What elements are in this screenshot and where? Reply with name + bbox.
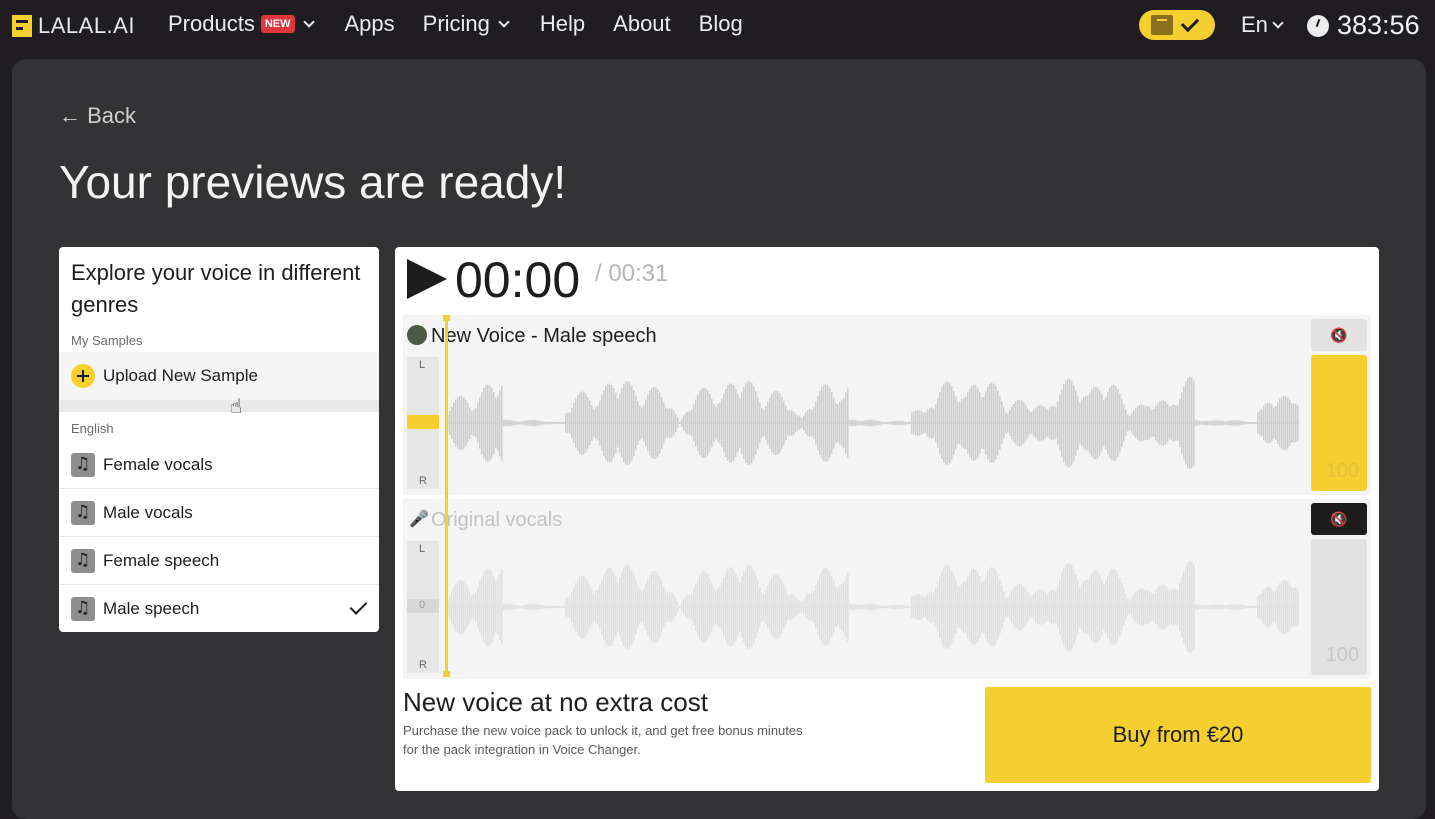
preview-player: 00:00 / 00:31 New Voice - Male speech L …: [395, 247, 1379, 791]
balance-left-label: L: [419, 543, 426, 555]
waveform[interactable]: [447, 371, 1299, 475]
music-note-icon: [71, 597, 95, 621]
track-original-vocals: 🎤 Original vocals L 0 R 🔇 100: [403, 499, 1371, 679]
genre-label: Male vocals: [103, 502, 193, 522]
nav-apps[interactable]: Apps: [345, 11, 395, 37]
volume-value: 100: [1325, 644, 1359, 666]
genre-item-male-speech[interactable]: Male speech: [59, 585, 379, 632]
timer-value: 383:56: [1337, 10, 1420, 40]
music-note-icon: [71, 500, 95, 525]
check-icon: [1180, 13, 1200, 33]
voice-avatar-icon: [407, 325, 427, 345]
balance-left-label: L: [419, 359, 426, 371]
balance-handle[interactable]: [407, 415, 439, 429]
chevron-down-icon: [302, 16, 315, 28]
track-new-voice: New Voice - Male speech L R 🔇 100: [403, 315, 1371, 495]
volume-slider[interactable]: 100: [1311, 539, 1367, 675]
balance-slider[interactable]: L R: [407, 357, 439, 489]
mute-button[interactable]: 🔇: [1311, 319, 1367, 351]
nav-products[interactable]: Products NEW: [168, 11, 317, 37]
divider: [59, 400, 379, 412]
waveform[interactable]: [447, 555, 1299, 659]
language-selector[interactable]: En: [1241, 12, 1286, 38]
track-name: New Voice - Male speech: [431, 325, 657, 347]
main-nav: Products NEW Apps Pricing Help About Blo…: [168, 11, 743, 37]
nav-help-label: Help: [539, 11, 586, 36]
waveform-svg: [447, 376, 1299, 470]
nav-about[interactable]: About: [613, 11, 671, 37]
genre-label: Female vocals: [103, 454, 213, 474]
plus-icon: [71, 364, 95, 388]
back-link[interactable]: ← Back: [59, 103, 136, 129]
top-nav-bar: LALAL.AI Products NEW Apps Pricing Help …: [0, 0, 1435, 50]
logo[interactable]: LALAL.AI: [12, 13, 135, 39]
balance-slider[interactable]: L 0 R: [407, 541, 439, 673]
balance-handle[interactable]: 0: [407, 599, 439, 613]
music-note-icon: [71, 548, 95, 573]
speaker-mute-icon: 🔇: [1330, 326, 1348, 343]
promo-subtitle: Purchase the new voice pack to unlock it…: [403, 723, 803, 757]
nav-about-label: About: [613, 11, 671, 36]
music-note-icon: [71, 452, 95, 477]
genre-panel: Explore your voice in different genres M…: [59, 247, 379, 632]
minutes-balance: 383:56: [1307, 10, 1420, 41]
upload-label: Upload New Sample: [103, 366, 258, 385]
genre-label: Male speech: [103, 599, 200, 618]
logo-text: LALAL.AI: [38, 13, 135, 38]
balance-right-label: R: [419, 475, 427, 487]
nav-help[interactable]: Help: [540, 11, 585, 37]
track-name: Original vocals: [431, 509, 563, 531]
genre-heading: Explore your voice in different genres: [71, 260, 361, 317]
page-title: Your previews are ready!: [59, 156, 567, 208]
genre-item-male-vocals[interactable]: Male vocals: [59, 489, 379, 537]
check-icon: [349, 597, 368, 615]
volume-slider[interactable]: 100: [1311, 355, 1367, 491]
genre-item-female-vocals[interactable]: Female vocals: [59, 441, 379, 489]
nav-products-label: Products: [168, 11, 255, 36]
playhead[interactable]: [443, 315, 450, 677]
volume-value: 100: [1325, 460, 1359, 482]
current-time: 00:00: [455, 252, 581, 308]
new-badge: NEW: [260, 15, 295, 33]
upload-new-sample-button[interactable]: Upload New Sample: [59, 352, 379, 400]
total-time: / 00:31: [595, 260, 669, 287]
hand-cursor-icon: ☝: [230, 396, 243, 418]
nav-blog[interactable]: Blog: [699, 11, 743, 37]
logo-icon: [12, 15, 32, 37]
balance-right-label: R: [419, 659, 427, 671]
play-icon[interactable]: [407, 259, 447, 299]
mute-button[interactable]: 🔇: [1311, 503, 1367, 535]
chevron-down-icon: [498, 16, 510, 28]
chevron-down-icon: [1272, 17, 1284, 29]
buy-button[interactable]: Buy from €20: [985, 687, 1371, 783]
english-label: English: [71, 421, 114, 436]
packages-button[interactable]: [1139, 10, 1215, 40]
microphone-icon: 🎤: [409, 511, 429, 528]
speaker-mute-icon: 🔇: [1330, 510, 1348, 527]
nav-pricing-label: Pricing: [422, 11, 490, 36]
nav-blog-label: Blog: [698, 11, 743, 36]
promo-title: New voice at no extra cost: [403, 687, 708, 717]
nav-pricing[interactable]: Pricing: [423, 11, 512, 37]
nav-apps-label: Apps: [344, 11, 395, 36]
clock-icon: [1307, 14, 1329, 37]
genre-item-female-speech[interactable]: Female speech: [59, 537, 379, 585]
box-icon: [1151, 15, 1173, 35]
balance-value: 0: [419, 599, 426, 611]
language-label: En: [1241, 12, 1268, 37]
my-samples-label: My Samples: [71, 333, 143, 348]
genre-label: Female speech: [103, 550, 220, 570]
waveform-svg: [447, 560, 1299, 654]
main-panel: ← Back Your previews are ready! Explore …: [12, 59, 1426, 819]
